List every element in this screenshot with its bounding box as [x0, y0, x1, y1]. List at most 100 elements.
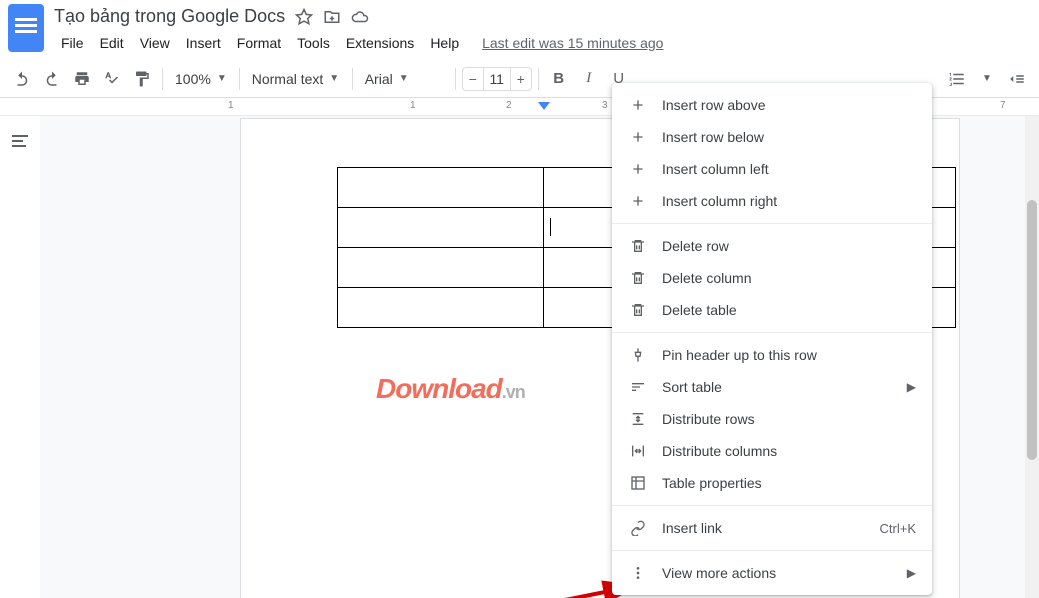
menu-format[interactable]: Format: [230, 31, 288, 55]
menu-insert-column-left[interactable]: Insert column left: [612, 153, 932, 185]
bold-button[interactable]: B: [545, 65, 573, 93]
menu-label: Table properties: [662, 475, 916, 491]
link-icon: [628, 518, 648, 538]
menu-label: Insert link: [662, 520, 880, 536]
menu-delete-column[interactable]: Delete column: [612, 262, 932, 294]
redo-button[interactable]: [38, 65, 66, 93]
menu-pin-header[interactable]: Pin header up to this row: [612, 339, 932, 371]
menu-separator: [612, 223, 932, 224]
plus-icon: [628, 95, 648, 115]
toolbar-separator: [162, 68, 163, 90]
sort-icon: [628, 377, 648, 397]
menu-label: Insert column right: [662, 193, 916, 209]
scrollbar-thumb[interactable]: [1027, 200, 1037, 460]
last-edit-link[interactable]: Last edit was 15 minutes ago: [482, 35, 663, 51]
menu-insert-link[interactable]: Insert link Ctrl+K: [612, 512, 932, 544]
star-icon[interactable]: [295, 8, 313, 26]
menu-delete-table[interactable]: Delete table: [612, 294, 932, 326]
menu-insert[interactable]: Insert: [179, 31, 228, 55]
document-title[interactable]: Tạo bảng trong Google Docs: [54, 6, 285, 27]
table-cell[interactable]: [338, 168, 544, 208]
zoom-select[interactable]: 100% ▼: [169, 65, 233, 93]
menu-separator: [612, 332, 932, 333]
undo-button[interactable]: [8, 65, 36, 93]
table-cell[interactable]: [338, 248, 544, 288]
menu-insert-row-below[interactable]: Insert row below: [612, 121, 932, 153]
plus-icon: [628, 191, 648, 211]
menu-tools[interactable]: Tools: [290, 31, 337, 55]
menu-bar: File Edit View Insert Format Tools Exten…: [54, 31, 1031, 55]
table-context-menu: Insert row above Insert row below Insert…: [612, 83, 932, 595]
menu-label: Insert row above: [662, 97, 916, 113]
submenu-arrow-icon: ▶: [907, 566, 916, 580]
ruler-tick: 3: [602, 100, 608, 111]
menu-label: Delete column: [662, 270, 916, 286]
list-dropdown-button[interactable]: ▼: [973, 65, 1001, 93]
table-cell[interactable]: [338, 208, 544, 248]
move-folder-icon[interactable]: [323, 8, 341, 26]
menu-label: Delete table: [662, 302, 916, 318]
paint-format-button[interactable]: [128, 65, 156, 93]
menu-edit[interactable]: Edit: [93, 31, 131, 55]
menu-label: Pin header up to this row: [662, 347, 916, 363]
menu-view-more-actions[interactable]: View more actions ▶: [612, 557, 932, 589]
paragraph-style-select[interactable]: Normal text ▼: [246, 65, 346, 93]
menu-insert-row-above[interactable]: Insert row above: [612, 89, 932, 121]
trash-icon: [628, 236, 648, 256]
menu-table-properties[interactable]: Table properties: [612, 467, 932, 499]
menu-label: View more actions: [662, 565, 907, 581]
style-value: Normal text: [252, 71, 324, 87]
font-size-decrease-button[interactable]: −: [463, 68, 483, 90]
menu-label: Insert row below: [662, 129, 916, 145]
menu-separator: [612, 550, 932, 551]
inner-scrollbar[interactable]: [1025, 116, 1039, 598]
chevron-down-icon: ▼: [329, 73, 339, 84]
docs-logo-icon[interactable]: [8, 4, 44, 52]
print-button[interactable]: [68, 65, 96, 93]
menu-insert-column-right[interactable]: Insert column right: [612, 185, 932, 217]
menu-view[interactable]: View: [133, 31, 177, 55]
submenu-arrow-icon: ▶: [907, 380, 916, 394]
font-select[interactable]: Arial▼: [359, 65, 449, 93]
cloud-status-icon[interactable]: [351, 8, 369, 26]
more-vertical-icon: [628, 563, 648, 583]
outline-toggle-icon[interactable]: [9, 130, 31, 152]
menu-label: Insert column left: [662, 161, 916, 177]
chevron-down-icon: ▼: [217, 73, 227, 84]
numbered-list-button[interactable]: [943, 65, 971, 93]
table-icon: [628, 473, 648, 493]
header: Tạo bảng trong Google Docs File Edit Vie…: [0, 0, 1039, 60]
watermark: Download.vn: [376, 373, 525, 405]
zoom-value: 100%: [175, 71, 211, 87]
menu-distribute-rows[interactable]: Distribute rows: [612, 403, 932, 435]
distribute-columns-icon: [628, 441, 648, 461]
ruler-tick: 7: [1000, 100, 1006, 111]
font-size-increase-button[interactable]: +: [511, 68, 531, 90]
menu-shortcut: Ctrl+K: [880, 521, 916, 536]
menu-extensions[interactable]: Extensions: [339, 31, 421, 55]
font-size-value[interactable]: 11: [483, 68, 511, 90]
menu-label: Distribute rows: [662, 411, 916, 427]
italic-button[interactable]: I: [575, 65, 603, 93]
font-size-control: − 11 +: [462, 67, 532, 91]
trash-icon: [628, 268, 648, 288]
distribute-rows-icon: [628, 409, 648, 429]
title-row: Tạo bảng trong Google Docs: [54, 4, 1031, 31]
menu-file[interactable]: File: [54, 31, 91, 55]
spellcheck-button[interactable]: [98, 65, 126, 93]
font-value: Arial: [365, 71, 393, 87]
menu-distribute-columns[interactable]: Distribute columns: [612, 435, 932, 467]
indent-marker-icon[interactable]: [538, 102, 550, 114]
ruler-tick: 1: [410, 100, 416, 111]
ruler-tick: 1: [228, 100, 234, 111]
table-cell[interactable]: [338, 288, 544, 328]
menu-help[interactable]: Help: [423, 31, 466, 55]
indent-decrease-button[interactable]: [1003, 65, 1031, 93]
menu-label: Sort table: [662, 379, 907, 395]
outline-panel: [0, 116, 40, 598]
menu-label: Distribute columns: [662, 443, 916, 459]
menu-label: Delete row: [662, 238, 916, 254]
menu-delete-row[interactable]: Delete row: [612, 230, 932, 262]
toolbar-separator: [455, 68, 456, 90]
menu-sort-table[interactable]: Sort table ▶: [612, 371, 932, 403]
